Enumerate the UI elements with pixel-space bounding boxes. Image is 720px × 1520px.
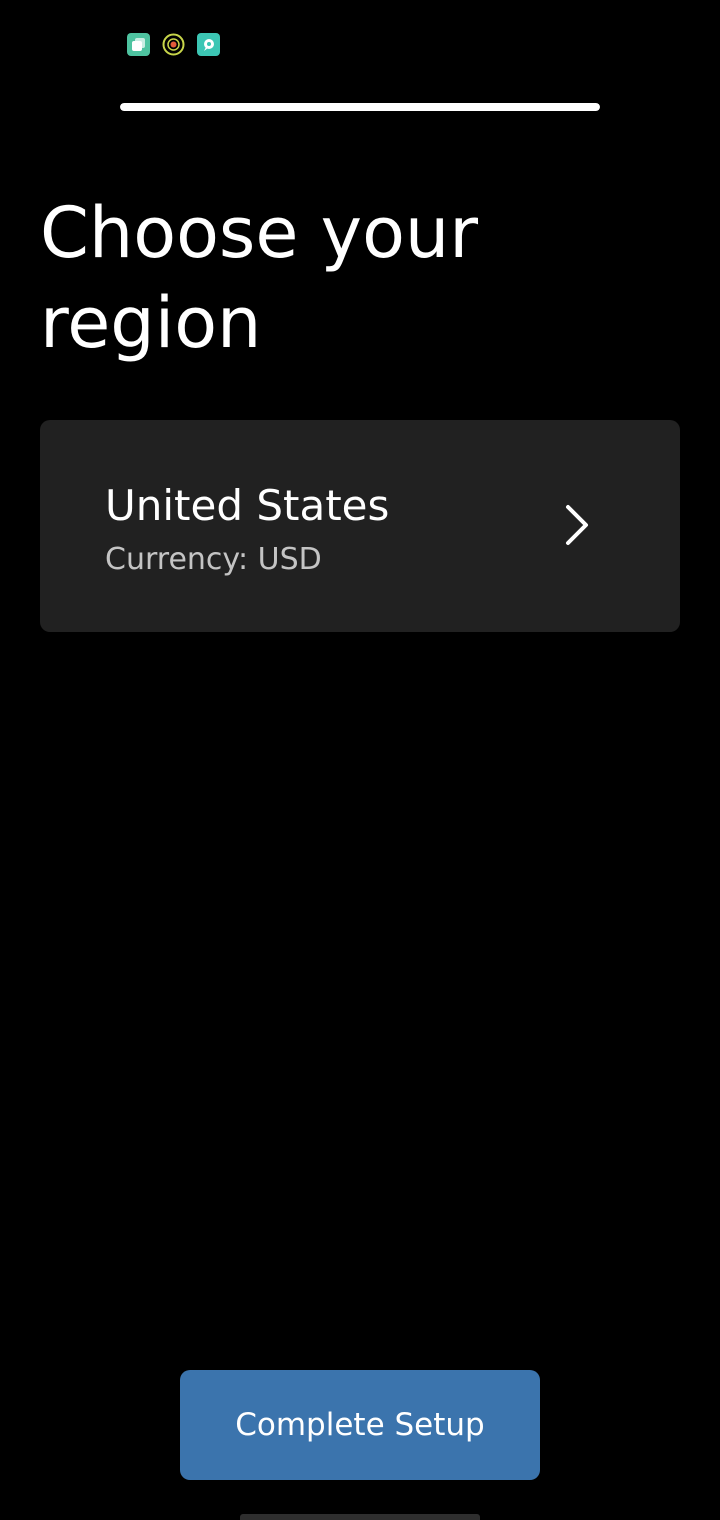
setup-progress-fill	[120, 103, 600, 111]
page-title: Choose your region	[40, 192, 479, 364]
setup-progress-bar	[120, 103, 600, 111]
app-square-icon	[127, 33, 150, 56]
status-bar-notification-icons	[127, 33, 220, 56]
home-indicator[interactable]	[240, 1514, 480, 1520]
target-ring-icon	[162, 33, 185, 56]
chat-bubble-icon	[197, 33, 220, 56]
setup-screen: Choose your region United States Currenc…	[0, 0, 720, 1520]
region-currency-label: Currency: USD	[105, 542, 322, 577]
region-name: United States	[105, 481, 390, 530]
chevron-right-icon[interactable]	[560, 503, 594, 547]
complete-setup-button[interactable]: Complete Setup	[180, 1370, 540, 1480]
